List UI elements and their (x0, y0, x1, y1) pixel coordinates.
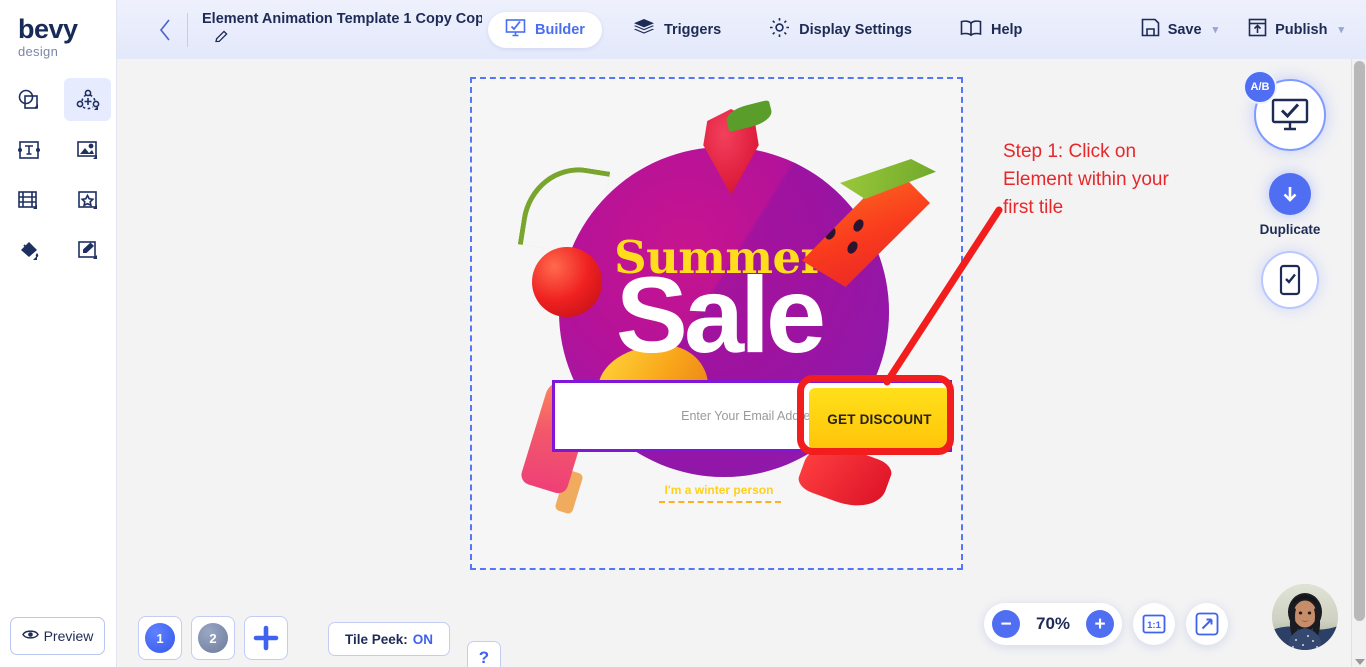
summer-sale-banner[interactable]: Summer Sale GET DISCOUNT I'm a winter pe… (502, 99, 954, 529)
annotation-step-text: Step 1: Click on Element within your fir… (1003, 141, 1169, 219)
tile-button-1[interactable]: 1 (138, 616, 182, 660)
actual-size-button[interactable]: 1:1 (1133, 603, 1175, 645)
save-button[interactable]: Save ▾ (1141, 18, 1218, 41)
save-label: Save (1167, 21, 1202, 38)
logo-name: bevy (18, 14, 78, 44)
desktop-preview-item: A/B (1240, 70, 1340, 151)
mobile-preview-item (1240, 251, 1340, 309)
header-actions: Save ▾ Publish ▾ (1111, 18, 1366, 41)
gear-icon (769, 17, 790, 42)
duplicate-button[interactable] (1269, 173, 1311, 215)
user-avatar[interactable] (1272, 584, 1338, 650)
preview-label: Preview (43, 628, 94, 644)
tab-help-label: Help (990, 21, 1023, 38)
zoom-out-button[interactable]: − (992, 610, 1020, 638)
layers-icon (633, 18, 655, 41)
scrollbar-thumb[interactable] (1354, 61, 1365, 621)
tab-builder[interactable]: Builder (488, 11, 602, 48)
tile-peek-toggle[interactable]: Tile Peek: ON (328, 622, 451, 656)
tool-element[interactable] (64, 78, 112, 121)
actual-size-icon: 1:1 (1142, 614, 1166, 634)
eye-icon (21, 628, 39, 644)
annotation-arrow-icon (883, 206, 1003, 386)
scrollbar-down-arrow-icon[interactable] (1355, 659, 1365, 665)
tab-triggers-label: Triggers (663, 21, 722, 38)
save-floppy-icon (1141, 18, 1160, 41)
publish-label: Publish (1275, 21, 1328, 38)
tool-draw[interactable] (64, 228, 111, 271)
left-sidebar: bevy design Preview (0, 0, 117, 667)
decline-link[interactable]: I'm a winter person (502, 483, 936, 497)
right-tool-panel: A/B Duplicate (1240, 70, 1340, 309)
fit-screen-icon (1195, 612, 1219, 636)
mobile-check-icon (1279, 264, 1301, 296)
tile-peek-value: ON (412, 631, 434, 647)
ab-test-badge[interactable]: A/B (1243, 70, 1277, 104)
get-discount-button[interactable]: GET DISCOUNT (809, 388, 950, 450)
document-title-group: Element Animation Template 1 Copy Cop… (202, 11, 482, 49)
zoom-level-value: 70% (1035, 614, 1071, 633)
vertical-scrollbar[interactable] (1351, 59, 1366, 667)
tile-selector-group: 1 2 (138, 616, 288, 660)
tool-image[interactable] (64, 128, 111, 171)
zoom-pill: − 70% + (984, 603, 1122, 645)
add-tile-button[interactable] (244, 616, 288, 660)
plus-icon (253, 625, 279, 651)
canvas-area[interactable]: Summer Sale GET DISCOUNT I'm a winter pe… (117, 59, 1366, 667)
logo-tagline: design (18, 44, 59, 59)
tool-text[interactable] (6, 128, 53, 171)
header-divider (187, 12, 188, 47)
tab-display-settings-label: Display Settings (799, 21, 912, 38)
tab-builder-label: Builder (535, 21, 585, 38)
desktop-check-icon (1271, 98, 1309, 131)
builder-monitor-icon (505, 18, 526, 42)
tile-button-2[interactable]: 2 (191, 616, 235, 660)
chevron-down-icon-publish[interactable]: ▾ (1338, 23, 1344, 36)
page-title: Element Animation Template 1 Copy Cop… (202, 10, 482, 27)
tool-shapes[interactable] (6, 78, 53, 121)
help-question-button[interactable]: ? (467, 641, 501, 667)
top-header: Element Animation Template 1 Copy Cop… B… (117, 0, 1366, 59)
tool-fill[interactable] (6, 228, 53, 271)
chevron-down-icon[interactable]: ▾ (1213, 23, 1219, 36)
book-icon (960, 19, 982, 41)
svg-text:1:1: 1:1 (1147, 620, 1161, 631)
publish-upload-icon (1248, 18, 1267, 41)
header-tabs: Builder Triggers Display Settings Help (488, 11, 1053, 48)
arrow-down-icon (1283, 187, 1297, 202)
duplicate-label: Duplicate (1259, 222, 1321, 237)
zoom-in-button[interactable]: + (1086, 610, 1114, 638)
tile-peek-label: Tile Peek: (345, 631, 408, 647)
tile-2-label: 2 (198, 623, 228, 653)
duplicate-item: Duplicate (1240, 173, 1340, 237)
mobile-preview-button[interactable] (1261, 251, 1319, 309)
tab-display-settings[interactable]: Display Settings (752, 12, 929, 48)
fit-screen-button[interactable] (1186, 603, 1228, 645)
tab-triggers[interactable]: Triggers (616, 12, 738, 48)
back-button[interactable] (145, 10, 185, 50)
preview-button[interactable]: Preview (10, 617, 105, 655)
decline-link-underline (659, 501, 781, 503)
tool-star[interactable] (64, 178, 111, 221)
publish-button[interactable]: Publish ▾ (1248, 18, 1344, 41)
cherry-decoration (532, 247, 602, 317)
app-logo[interactable]: bevy design (0, 0, 116, 60)
desktop-preview-button[interactable]: A/B (1243, 70, 1326, 151)
zoom-controls: − 70% + 1:1 (984, 603, 1228, 645)
pencil-icon[interactable] (214, 29, 230, 49)
tab-help[interactable]: Help (943, 12, 1039, 48)
tool-video[interactable] (6, 178, 53, 221)
tile-1-label: 1 (145, 623, 175, 653)
app-root: bevy design Preview Element Animation Te… (0, 0, 1366, 667)
tool-palette (0, 78, 117, 271)
email-capture-form: GET DISCOUNT (552, 380, 952, 452)
